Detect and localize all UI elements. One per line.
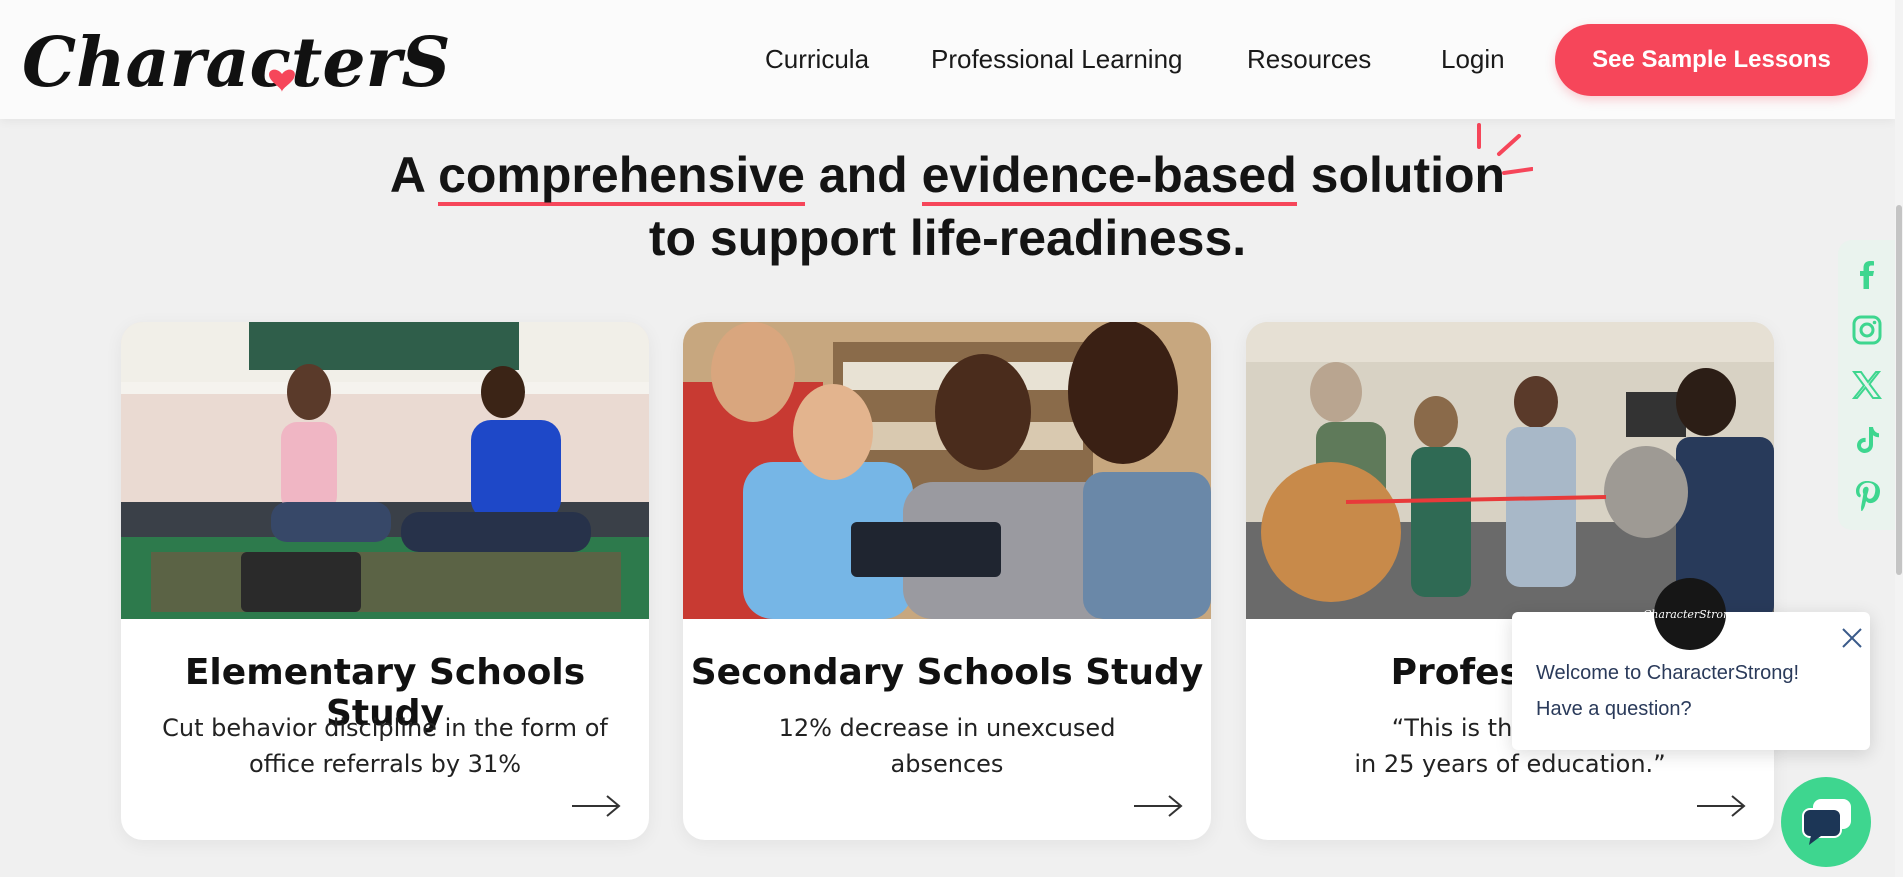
chat-question-text: Have a question? (1536, 698, 1692, 720)
chat-welcome-text: Welcome to CharacterStrong! (1536, 662, 1800, 684)
chat-launcher-button[interactable] (1781, 777, 1871, 867)
hero-headline-line1: A comprehensive and evidence-based solut… (0, 144, 1895, 206)
chat-bubble-icon (1802, 799, 1851, 845)
instagram-icon[interactable] (1851, 314, 1883, 346)
hero-headline-line2: to support life-readiness. (648, 210, 1247, 266)
chat-avatar-logo: CharacterStrong (1642, 607, 1738, 621)
nav-login[interactable]: Login (1441, 44, 1505, 75)
characterstrong-logo[interactable]: CharacterStrong (20, 14, 450, 102)
professional-learning-photo (1246, 322, 1774, 619)
headline-emphasis-comprehensive: comprehensive (438, 148, 805, 206)
card-elementary-study[interactable]: Elementary Schools Study Cut behavior di… (121, 322, 649, 840)
headline-emphasis-evidence-based: evidence-based (921, 148, 1297, 206)
elementary-students-photo (121, 322, 649, 619)
pinterest-icon[interactable] (1851, 479, 1883, 511)
nav-curricula[interactable]: Curricula (765, 44, 869, 75)
card-secondary-study[interactable]: Secondary Schools Study 12% decrease in … (683, 322, 1211, 840)
site-header: CharacterStrong Curricula Professional L… (0, 0, 1895, 119)
close-icon[interactable] (1841, 627, 1863, 649)
arrow-right-icon[interactable] (571, 794, 621, 818)
card-title: Secondary Schools Study (690, 652, 1204, 693)
chat-welcome-popup[interactable]: CharacterStrong Welcome to CharacterStro… (1512, 578, 1870, 750)
headline-text: A (389, 147, 439, 203)
headline-text: and (804, 147, 922, 203)
card-description: 12% decrease in unexcused absences (778, 714, 1116, 778)
nav-resources[interactable]: Resources (1247, 44, 1371, 75)
tiktok-icon[interactable] (1851, 424, 1883, 456)
facebook-icon[interactable] (1851, 259, 1883, 291)
arrow-right-icon[interactable] (1133, 794, 1183, 818)
svg-text:CharacterStrong: CharacterStrong (22, 23, 450, 102)
x-icon[interactable] (1851, 369, 1883, 401)
nav-professional-learning[interactable]: Professional Learning (931, 44, 1183, 75)
chat-avatar: CharacterStrong (1643, 578, 1737, 650)
sparkle-accent-icon (1477, 123, 1533, 175)
arrow-right-icon[interactable] (1696, 794, 1746, 818)
scrollbar-thumb[interactable] (1896, 205, 1902, 575)
secondary-students-photo (683, 322, 1211, 619)
social-links-rail (1838, 240, 1895, 530)
card-description: Cut behavior discipline in the form of o… (162, 714, 608, 778)
see-sample-lessons-button[interactable]: See Sample Lessons (1555, 24, 1868, 96)
